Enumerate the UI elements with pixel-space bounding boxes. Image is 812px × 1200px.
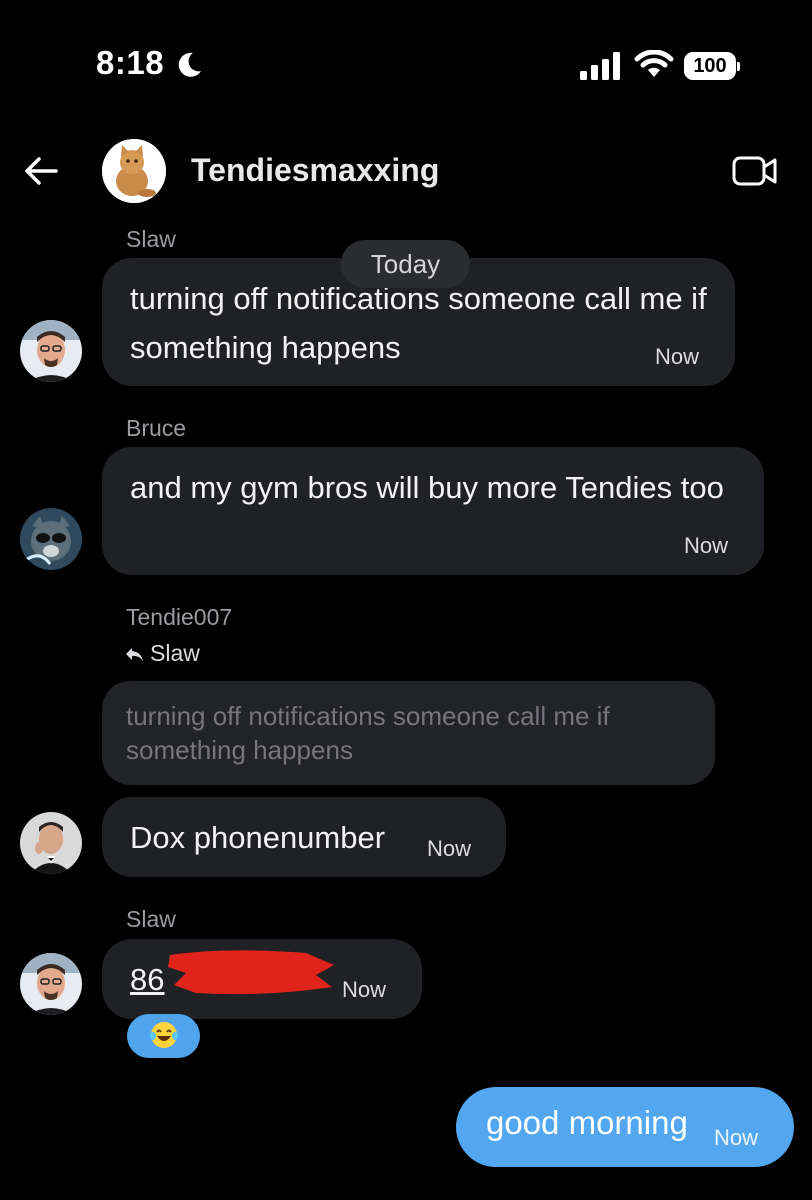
message-text: good morning [486, 1104, 688, 1141]
message-time: Now [684, 533, 729, 558]
message-text: and my gym bros will buy more Tendies to… [130, 470, 724, 505]
sender-name: Bruce [126, 415, 187, 441]
phone-number-link[interactable]: 86 [130, 955, 164, 1004]
message-time: Now [714, 1125, 759, 1150]
message-text: Dox phonenumber [130, 820, 386, 855]
group-avatar[interactable] [102, 139, 166, 203]
message-time: Now [655, 344, 700, 369]
avatar[interactable] [20, 812, 82, 874]
quoted-message[interactable]: turning off notifications someone call m… [102, 681, 715, 785]
avatar[interactable] [20, 320, 82, 382]
my-message-bubble[interactable]: good morning Now [456, 1087, 794, 1167]
sender-name: Tendie007 [126, 604, 233, 630]
avatar[interactable] [20, 953, 82, 1015]
avatar[interactable] [20, 508, 82, 570]
message-bubble[interactable]: Dox phonenumber Now [102, 797, 506, 877]
message-bubble[interactable]: and my gym bros will buy more Tendies to… [102, 447, 764, 575]
redaction-scribble [168, 950, 334, 995]
date-divider: Today [341, 240, 470, 288]
cat-avatar-image [102, 139, 166, 203]
status-time: 8:18 [96, 44, 165, 81]
battery-level: 100 [684, 52, 736, 80]
sender-name: Slaw [126, 906, 176, 932]
video-call-icon[interactable] [732, 154, 778, 188]
reaction-badge[interactable] [127, 1014, 200, 1058]
sender-name: Slaw [126, 226, 176, 252]
cellular-signal-icon [580, 52, 620, 80]
laughing-tears-emoji-icon [150, 1022, 178, 1048]
message-time: Now [427, 836, 472, 861]
quoted-text: turning off notifications someone call m… [126, 701, 610, 765]
back-arrow-icon[interactable] [22, 152, 60, 190]
message-time: Now [342, 977, 387, 1002]
reply-arrow-icon [126, 648, 143, 661]
reply-to-name: Slaw [150, 640, 200, 666]
group-title[interactable]: Tendiesmaxxing [191, 152, 439, 189]
reply-indicator: Slaw [124, 640, 200, 667]
wifi-icon [634, 50, 674, 77]
battery-icon: 100 [684, 52, 740, 80]
message-text: turning off notifications someone call m… [130, 281, 707, 365]
moon-icon [178, 52, 201, 77]
